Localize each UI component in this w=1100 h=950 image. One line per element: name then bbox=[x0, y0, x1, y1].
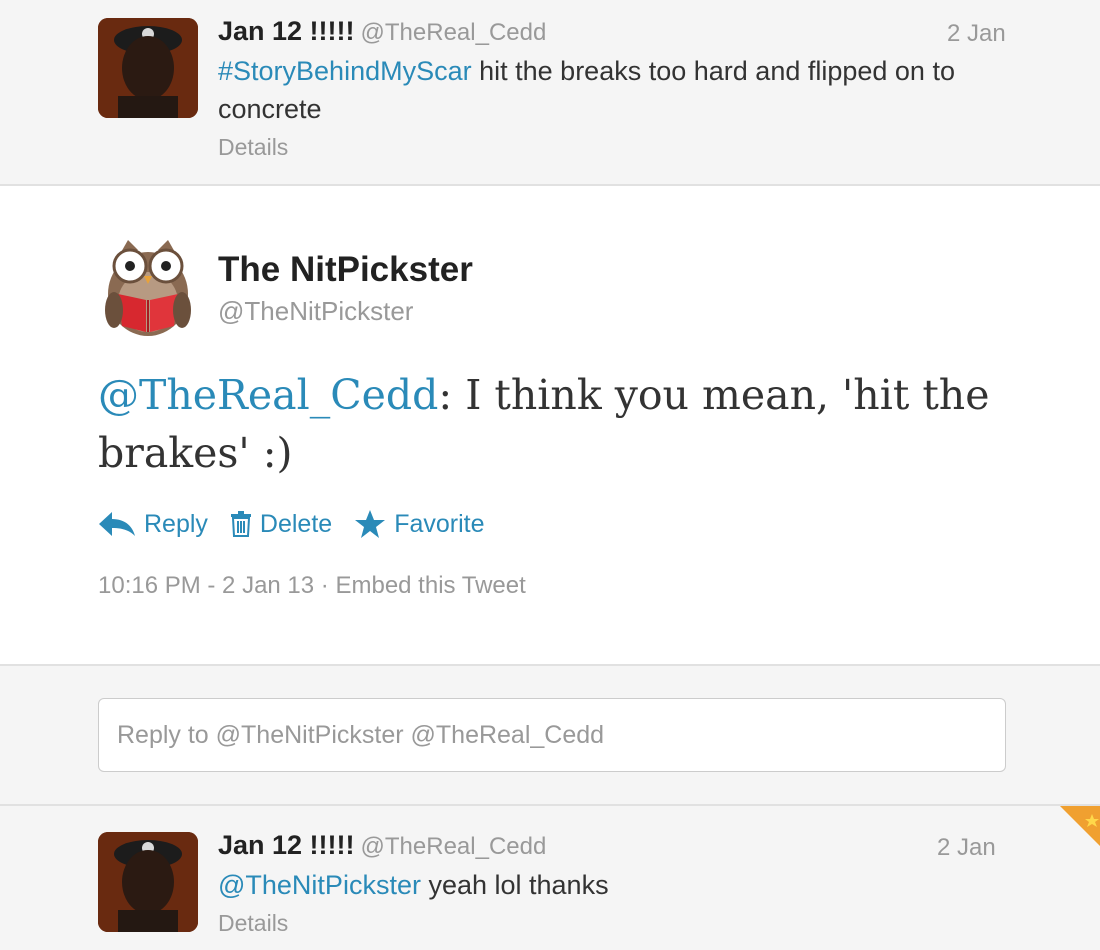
tweet-text: #StoryBehindMyScar hit the breaks too ha… bbox=[218, 52, 1018, 128]
favorite-button[interactable]: Favorite bbox=[354, 509, 485, 539]
author-name[interactable]: Jan 12 !!!!! @TheReal_Cedd bbox=[218, 830, 546, 861]
author-name[interactable]: Jan 12 !!!!! @TheReal_Cedd bbox=[218, 16, 546, 47]
mention-link[interactable]: @TheNitPickster bbox=[218, 870, 421, 900]
embed-link[interactable]: Embed this Tweet bbox=[335, 572, 525, 599]
reply-icon bbox=[99, 512, 135, 536]
hashtag-link[interactable]: #StoryBehindMyScar bbox=[218, 56, 472, 86]
reply-button[interactable]: Reply bbox=[98, 510, 208, 539]
reply-box[interactable] bbox=[98, 698, 1015, 772]
owl-avatar[interactable] bbox=[98, 236, 198, 340]
tweet-meta: 10:16 PM - 2 Jan 13 · Embed this Tweet bbox=[98, 572, 526, 600]
tweet-timestamp[interactable]: 10:16 PM - 2 Jan 13 bbox=[98, 572, 314, 599]
tweet-text: @TheReal_Cedd: I think you mean, 'hit th… bbox=[98, 366, 1058, 482]
details-link[interactable]: Details bbox=[218, 910, 288, 937]
author-handle[interactable]: @TheReal_Cedd bbox=[361, 833, 547, 860]
reply-label: Reply bbox=[144, 509, 208, 538]
tweet-time[interactable]: 2 Jan bbox=[937, 834, 996, 862]
details-link[interactable]: Details bbox=[218, 134, 288, 161]
avatar[interactable] bbox=[98, 18, 198, 118]
owl-icon bbox=[105, 240, 191, 336]
avatar[interactable] bbox=[98, 832, 198, 932]
delete-button[interactable]: Delete bbox=[230, 510, 332, 539]
tweet-text: @TheNitPickster yeah lol thanks bbox=[218, 866, 1018, 904]
mention-link[interactable]: @TheReal_Cedd bbox=[98, 371, 438, 419]
star-icon bbox=[355, 510, 386, 538]
reply-input[interactable] bbox=[99, 699, 1015, 771]
author-name-text: Jan 12 !!!!! bbox=[218, 830, 355, 860]
author-handle[interactable]: @TheNitPickster bbox=[218, 296, 413, 327]
tweet-body: yeah lol thanks bbox=[420, 870, 609, 900]
star-badge-icon bbox=[1060, 806, 1100, 846]
favorite-label: Favorite bbox=[394, 509, 485, 538]
avatar-photo bbox=[98, 18, 198, 118]
author-name[interactable]: The NitPickster bbox=[218, 250, 473, 290]
avatar-photo bbox=[98, 832, 198, 932]
tweet-actions: Reply Delete Favorite bbox=[98, 504, 507, 544]
delete-label: Delete bbox=[259, 509, 333, 538]
meta-separator: · bbox=[314, 572, 336, 599]
author-name-text: Jan 12 !!!!! bbox=[218, 16, 355, 46]
author-handle[interactable]: @TheReal_Cedd bbox=[361, 19, 547, 46]
tweet-time[interactable]: 2 Jan bbox=[947, 20, 1006, 48]
trash-icon bbox=[230, 511, 251, 537]
